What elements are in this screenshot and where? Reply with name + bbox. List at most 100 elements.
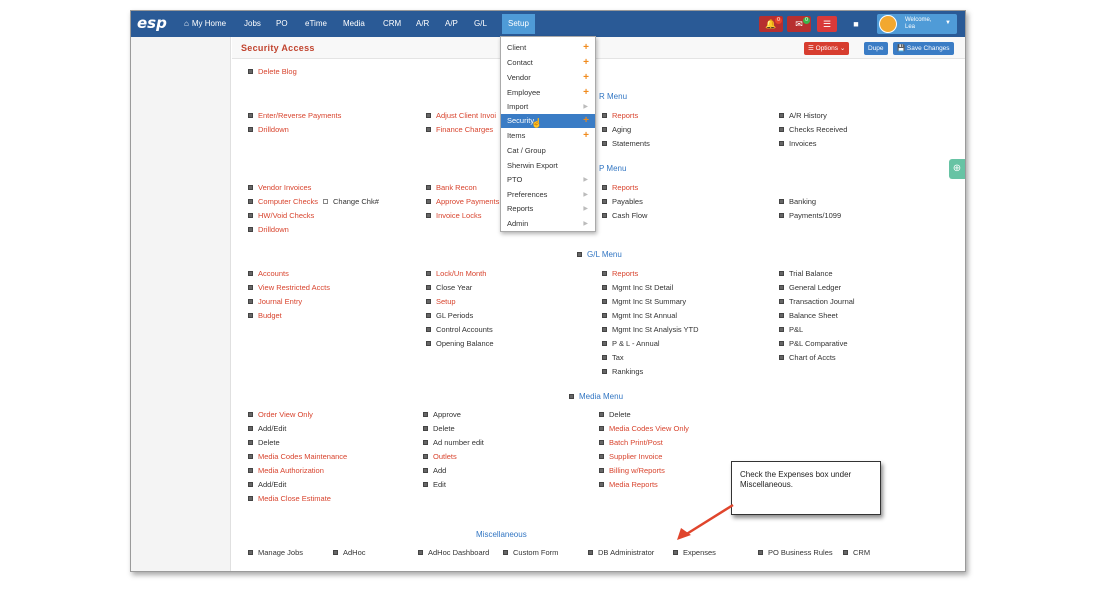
menu-item-reports[interactable]: Reports ▶ [501, 202, 595, 216]
chk-gl-reports[interactable]: Reports [602, 269, 638, 279]
menu-item-sherwin-export[interactable]: Sherwin Export [501, 159, 595, 173]
checkbox[interactable] [426, 198, 431, 204]
checkbox[interactable] [248, 284, 253, 290]
checkbox[interactable] [248, 411, 253, 417]
chk-ad-number-edit[interactable]: Ad number edit [423, 438, 484, 448]
chk-budget[interactable]: Budget [248, 311, 282, 321]
chk-gl-periods[interactable]: GL Periods [426, 311, 473, 321]
checkbox[interactable] [779, 354, 784, 360]
plus-icon[interactable]: + [583, 129, 589, 143]
plus-icon[interactable]: + [583, 56, 589, 70]
chk-computer-checks[interactable]: Computer Checks [248, 197, 318, 207]
checkbox[interactable] [779, 212, 784, 218]
checkbox[interactable] [779, 298, 784, 304]
chk-vendor-invoices[interactable]: Vendor Invoices [248, 183, 311, 193]
nav-ap[interactable]: A/P [445, 19, 458, 28]
checkbox[interactable] [426, 270, 431, 276]
plus-icon[interactable]: + [583, 86, 589, 100]
zoom-button[interactable]: ⊕ [949, 159, 965, 179]
chk-control-accounts[interactable]: Control Accounts [426, 325, 493, 335]
database-button[interactable]: ☰ [817, 16, 837, 32]
chk-tax[interactable]: Tax [602, 353, 624, 363]
chk-journal-entry[interactable]: Journal Entry [248, 297, 302, 307]
checkbox[interactable] [248, 467, 253, 473]
checkbox[interactable] [248, 439, 253, 445]
chk-finance-charges[interactable]: Finance Charges [426, 125, 493, 135]
chk-general-ledger[interactable]: General Ledger [779, 283, 841, 293]
chk-drilldown-ap[interactable]: Drilldown [248, 225, 289, 235]
chk-trial-balance[interactable]: Trial Balance [779, 269, 833, 279]
checkbox[interactable] [602, 368, 607, 374]
chk-aging[interactable]: Aging [602, 125, 631, 135]
chk-pl-comparative[interactable]: P&L Comparative [779, 339, 848, 349]
checkbox[interactable] [426, 312, 431, 318]
checkbox[interactable] [599, 481, 604, 487]
chk-delete-blog[interactable]: Delete Blog [248, 67, 297, 77]
chk-hw-void[interactable]: HW/Void Checks [248, 211, 314, 221]
chk-adhoc-dashboard[interactable]: AdHoc Dashboard [418, 548, 489, 558]
checkbox[interactable] [248, 425, 253, 431]
chk-adjust-client[interactable]: Adjust Client Invoi [426, 111, 496, 121]
checkbox[interactable] [423, 411, 428, 417]
menu-item-items[interactable]: Items + [501, 129, 595, 143]
checkbox[interactable] [602, 112, 607, 118]
chk-invoices[interactable]: Invoices [779, 139, 817, 149]
save-changes-button[interactable]: 💾 Save Changes [893, 42, 954, 55]
chk-edit[interactable]: Edit [423, 480, 446, 490]
chk-lock-un-month[interactable]: Lock/Un Month [426, 269, 486, 279]
chk-view-restricted[interactable]: View Restricted Accts [248, 283, 330, 293]
checkbox[interactable] [602, 284, 607, 290]
chk-bank-recon[interactable]: Bank Recon [426, 183, 477, 193]
chk-media-authorization[interactable]: Media Authorization [248, 466, 324, 476]
chk-db-administrator[interactable]: DB Administrator [588, 548, 654, 558]
chk-manage-jobs[interactable]: Manage Jobs [248, 548, 303, 558]
chk-crm[interactable]: CRM [843, 548, 870, 558]
chk-batch-print[interactable]: Batch Print/Post [599, 438, 663, 448]
chk-payables[interactable]: Payables [602, 197, 643, 207]
checkbox[interactable] [426, 326, 431, 332]
chk-gl-setup[interactable]: Setup [426, 297, 456, 307]
chk-accounts[interactable]: Accounts [248, 269, 289, 279]
checkbox[interactable] [602, 184, 607, 190]
chk-delete-3[interactable]: Delete [599, 410, 631, 420]
checkbox[interactable] [588, 549, 593, 555]
chk-billing-reports[interactable]: Billing w/Reports [599, 466, 665, 476]
menu-item-preferences[interactable]: Preferences ▶ [501, 188, 595, 202]
checkbox[interactable] [426, 184, 431, 190]
chk-approve-payments[interactable]: Approve Payments [426, 197, 499, 207]
chk-mgmt-annual[interactable]: Mgmt Inc St Annual [602, 311, 677, 321]
nav-gl[interactable]: G/L [474, 19, 487, 28]
nav-media[interactable]: Media [343, 19, 365, 28]
chk-balance-sheet[interactable]: Balance Sheet [779, 311, 838, 321]
chk-media-close-estimate[interactable]: Media Close Estimate [248, 494, 331, 504]
checkbox[interactable] [423, 453, 428, 459]
checkbox[interactable] [248, 226, 253, 232]
checkbox[interactable] [843, 549, 848, 555]
checkbox[interactable] [423, 425, 428, 431]
chk-expenses[interactable]: Expenses [673, 548, 716, 558]
chk-order-view-only[interactable]: Order View Only [248, 410, 313, 420]
chk-drilldown[interactable]: Drilldown [248, 125, 289, 135]
chk-change-chk[interactable]: Change Chk# [323, 197, 379, 207]
checkbox[interactable] [673, 549, 678, 555]
checkbox[interactable] [248, 481, 253, 487]
checkbox[interactable] [779, 284, 784, 290]
checkbox[interactable] [602, 140, 607, 146]
checkbox[interactable] [248, 112, 253, 118]
checkbox[interactable] [248, 298, 253, 304]
checkbox[interactable] [426, 212, 431, 218]
checkbox[interactable] [426, 284, 431, 290]
mail-button[interactable]: ✉ 0 [787, 16, 811, 32]
nav-setup[interactable]: Setup [502, 14, 535, 34]
checkbox[interactable] [602, 198, 607, 204]
dupe-button[interactable]: Dupe [864, 42, 888, 55]
chk-banking[interactable]: Banking [779, 197, 816, 207]
checkbox[interactable] [779, 312, 784, 318]
menu-item-cat-group[interactable]: Cat / Group [501, 144, 595, 158]
menu-item-employee[interactable]: Employee + [501, 86, 595, 100]
checkbox[interactable] [602, 326, 607, 332]
chk-mgmt-detail[interactable]: Mgmt Inc St Detail [602, 283, 673, 293]
checkbox[interactable] [779, 112, 784, 118]
checkbox[interactable] [779, 140, 784, 146]
checkbox[interactable] [248, 198, 253, 204]
